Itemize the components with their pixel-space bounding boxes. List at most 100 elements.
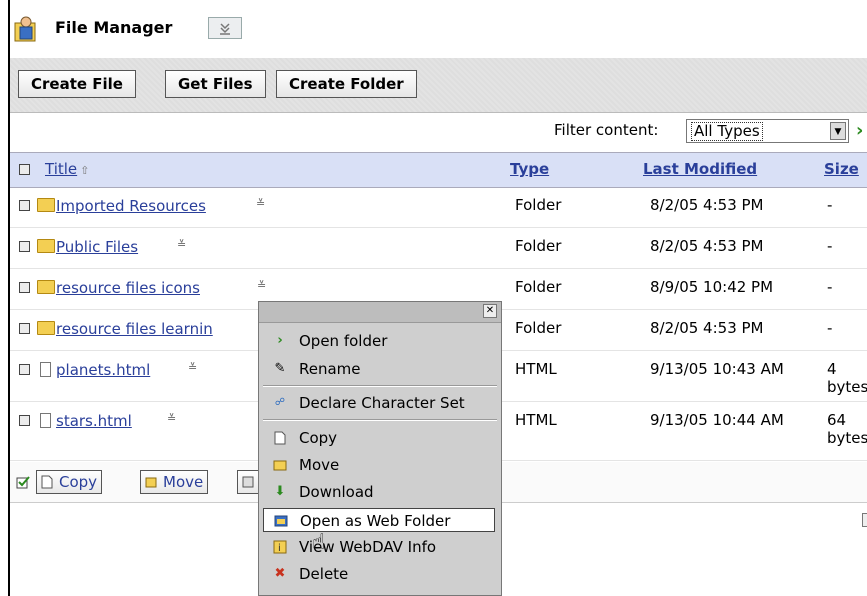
dropdown-arrow-icon[interactable]: ▼ (830, 122, 846, 140)
go-arrow-icon[interactable]: › (856, 120, 863, 141)
filter-label: Filter content: (554, 121, 659, 139)
user-folder-icon (14, 16, 36, 42)
get-files-button[interactable]: Get Files (165, 70, 266, 98)
copy-icon (41, 475, 53, 489)
row-modified: 8/2/05 4:53 PM (650, 237, 764, 255)
row-size: - (827, 237, 833, 255)
row-checkbox[interactable] (19, 364, 30, 375)
row-type: HTML (515, 360, 557, 378)
menu-item-label: Download (299, 483, 374, 501)
create-folder-button[interactable]: Create Folder (276, 70, 417, 98)
menu-item-move[interactable]: Move (263, 453, 495, 477)
row-size: 4 bytes (827, 360, 867, 396)
file-name-link[interactable]: planets.html (56, 361, 150, 379)
menu-item-download[interactable]: ⬇ Download (263, 480, 495, 504)
menu-item-label: Open as Web Folder (300, 512, 451, 530)
row-checkbox[interactable] (19, 282, 30, 293)
page-icon[interactable] (862, 513, 867, 527)
row-size: - (827, 278, 833, 296)
column-type[interactable]: Type (510, 160, 549, 178)
menu-item-delete[interactable]: ✖ Delete (263, 562, 495, 586)
filter-selected-value: All Types (691, 122, 763, 141)
row-checkbox[interactable] (19, 323, 30, 334)
row-checkbox[interactable] (19, 415, 30, 426)
row-type: Folder (515, 237, 562, 255)
menu-item-label: Move (299, 456, 340, 474)
menu-item-label: Delete (299, 565, 349, 583)
bottom-move-label: Move (163, 473, 204, 491)
filter-type-select[interactable]: All Types ▼ (686, 119, 849, 143)
close-icon[interactable]: ✕ (483, 304, 497, 318)
web-folder-icon (274, 515, 288, 527)
menu-chevron-icon[interactable]: ≚ (257, 279, 271, 293)
filter-row: Filter content: All Types ▼ › (10, 112, 867, 152)
row-type: Folder (515, 278, 562, 296)
menu-separator (263, 419, 497, 421)
open-arrow-icon: › (277, 333, 283, 348)
menu-chevron-icon[interactable]: ≚ (188, 361, 202, 375)
sort-ascending-icon: ⇧ (80, 164, 90, 177)
select-all-checkbox[interactable] (19, 164, 30, 175)
file-icon (40, 413, 51, 428)
menu-item-copy[interactable]: Copy (263, 426, 495, 450)
download-icon: ⬇ (274, 484, 286, 499)
rename-icon: ✎ (274, 361, 286, 376)
create-file-button[interactable]: Create File (18, 70, 136, 98)
column-last-modified[interactable]: Last Modified (643, 160, 757, 178)
folder-icon (37, 239, 55, 253)
row-type: Folder (515, 196, 562, 214)
move-icon (273, 460, 287, 471)
column-size[interactable]: Size (824, 160, 859, 178)
info-icon: i (273, 540, 287, 554)
row-modified: 8/9/05 10:42 PM (650, 278, 774, 296)
menu-item-label: Copy (299, 429, 338, 447)
row-checkbox[interactable] (19, 200, 30, 211)
column-title-label: Title (45, 160, 78, 178)
delete-icon: ✖ (274, 566, 286, 581)
file-name-link[interactable]: Public Files (56, 238, 138, 256)
menu-chevron-icon[interactable]: ≚ (177, 238, 191, 252)
bottom-copy-label: Copy (59, 473, 98, 491)
row-type: Folder (515, 319, 562, 337)
table-row: Imported Resources ≚ Folder 8/2/05 4:53 … (10, 187, 867, 228)
file-name-link[interactable]: resource files learnin (56, 320, 213, 338)
row-modified: 9/13/05 10:43 AM (650, 360, 784, 378)
row-type: HTML (515, 411, 557, 429)
menu-separator (263, 385, 497, 387)
bottom-move-button[interactable]: Move (140, 470, 209, 494)
menu-item-open-folder[interactable]: › Open folder (263, 329, 495, 353)
context-menu: ✕ › Open folder ✎ Rename ☍ Declare Chara… (258, 301, 502, 596)
table-row: Public Files ≚ Folder 8/2/05 4:53 PM - (10, 228, 867, 269)
menu-chevron-icon[interactable]: ≚ (256, 197, 270, 211)
charset-icon: ☍ (274, 397, 286, 408)
bottom-copy-button[interactable]: Copy (36, 470, 103, 494)
row-checkbox[interactable] (19, 241, 30, 252)
menu-item-declare-charset[interactable]: ☍ Declare Character Set (263, 391, 495, 415)
svg-text:i: i (278, 543, 281, 554)
row-size: - (827, 196, 833, 214)
folder-icon (37, 198, 55, 212)
main-toolbar: Create File Get Files Create Folder (10, 58, 867, 113)
file-name-link[interactable]: Imported Resources (56, 197, 206, 215)
copy-icon (274, 431, 286, 445)
row-modified: 8/2/05 4:53 PM (650, 319, 764, 337)
menu-chevron-icon[interactable]: ≚ (167, 412, 181, 426)
table-header: Title ⇧ Type Last Modified Size (10, 152, 867, 188)
menu-chevron-icon (220, 23, 230, 35)
menu-item-open-web-folder[interactable]: Open as Web Folder (263, 508, 495, 532)
menu-item-rename[interactable]: ✎ Rename (263, 357, 495, 381)
row-size: - (827, 319, 833, 337)
menu-item-view-webdav[interactable]: i View WebDAV Info (263, 535, 495, 559)
menu-item-label: Declare Character Set (299, 394, 465, 412)
file-name-link[interactable]: resource files icons (56, 279, 200, 297)
bottom-more-button[interactable] (237, 470, 259, 494)
menu-item-label: Open folder (299, 332, 388, 350)
file-name-link[interactable]: stars.html (56, 412, 132, 430)
title-menu-button[interactable] (208, 17, 242, 39)
checkbox-all-icon[interactable] (16, 475, 30, 489)
row-modified: 8/2/05 4:53 PM (650, 196, 764, 214)
context-menu-titlebar: ✕ (259, 302, 501, 323)
file-manager-window: File Manager Create File Get Files Creat… (8, 0, 867, 596)
hand-cursor-icon: ☝ (312, 530, 326, 555)
column-title[interactable]: Title ⇧ (45, 160, 89, 178)
